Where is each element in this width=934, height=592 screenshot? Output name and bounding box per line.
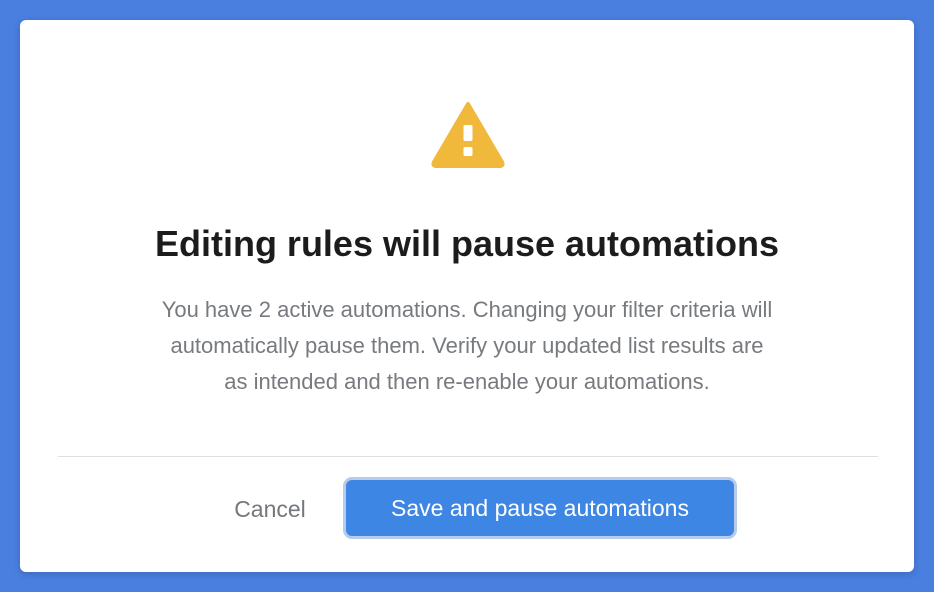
dialog-divider [58, 456, 878, 457]
dialog-message-line: as intended and then re-enable your auto… [224, 369, 710, 394]
warning-triangle-icon [428, 98, 508, 170]
dialog-title: Editing rules will pause automations [154, 223, 780, 264]
dialog-message-line: You have 2 active automations. Changing … [161, 297, 773, 322]
dialog-message-line: automatically pause them. Verify your up… [170, 333, 764, 358]
confirmation-dialog: Editing rules will pause automations You… [20, 20, 914, 572]
cancel-button[interactable]: Cancel [212, 484, 328, 534]
dialog-message: You have 2 active automations. Changing … [80, 292, 854, 400]
save-and-pause-button[interactable]: Save and pause automations [346, 480, 734, 536]
